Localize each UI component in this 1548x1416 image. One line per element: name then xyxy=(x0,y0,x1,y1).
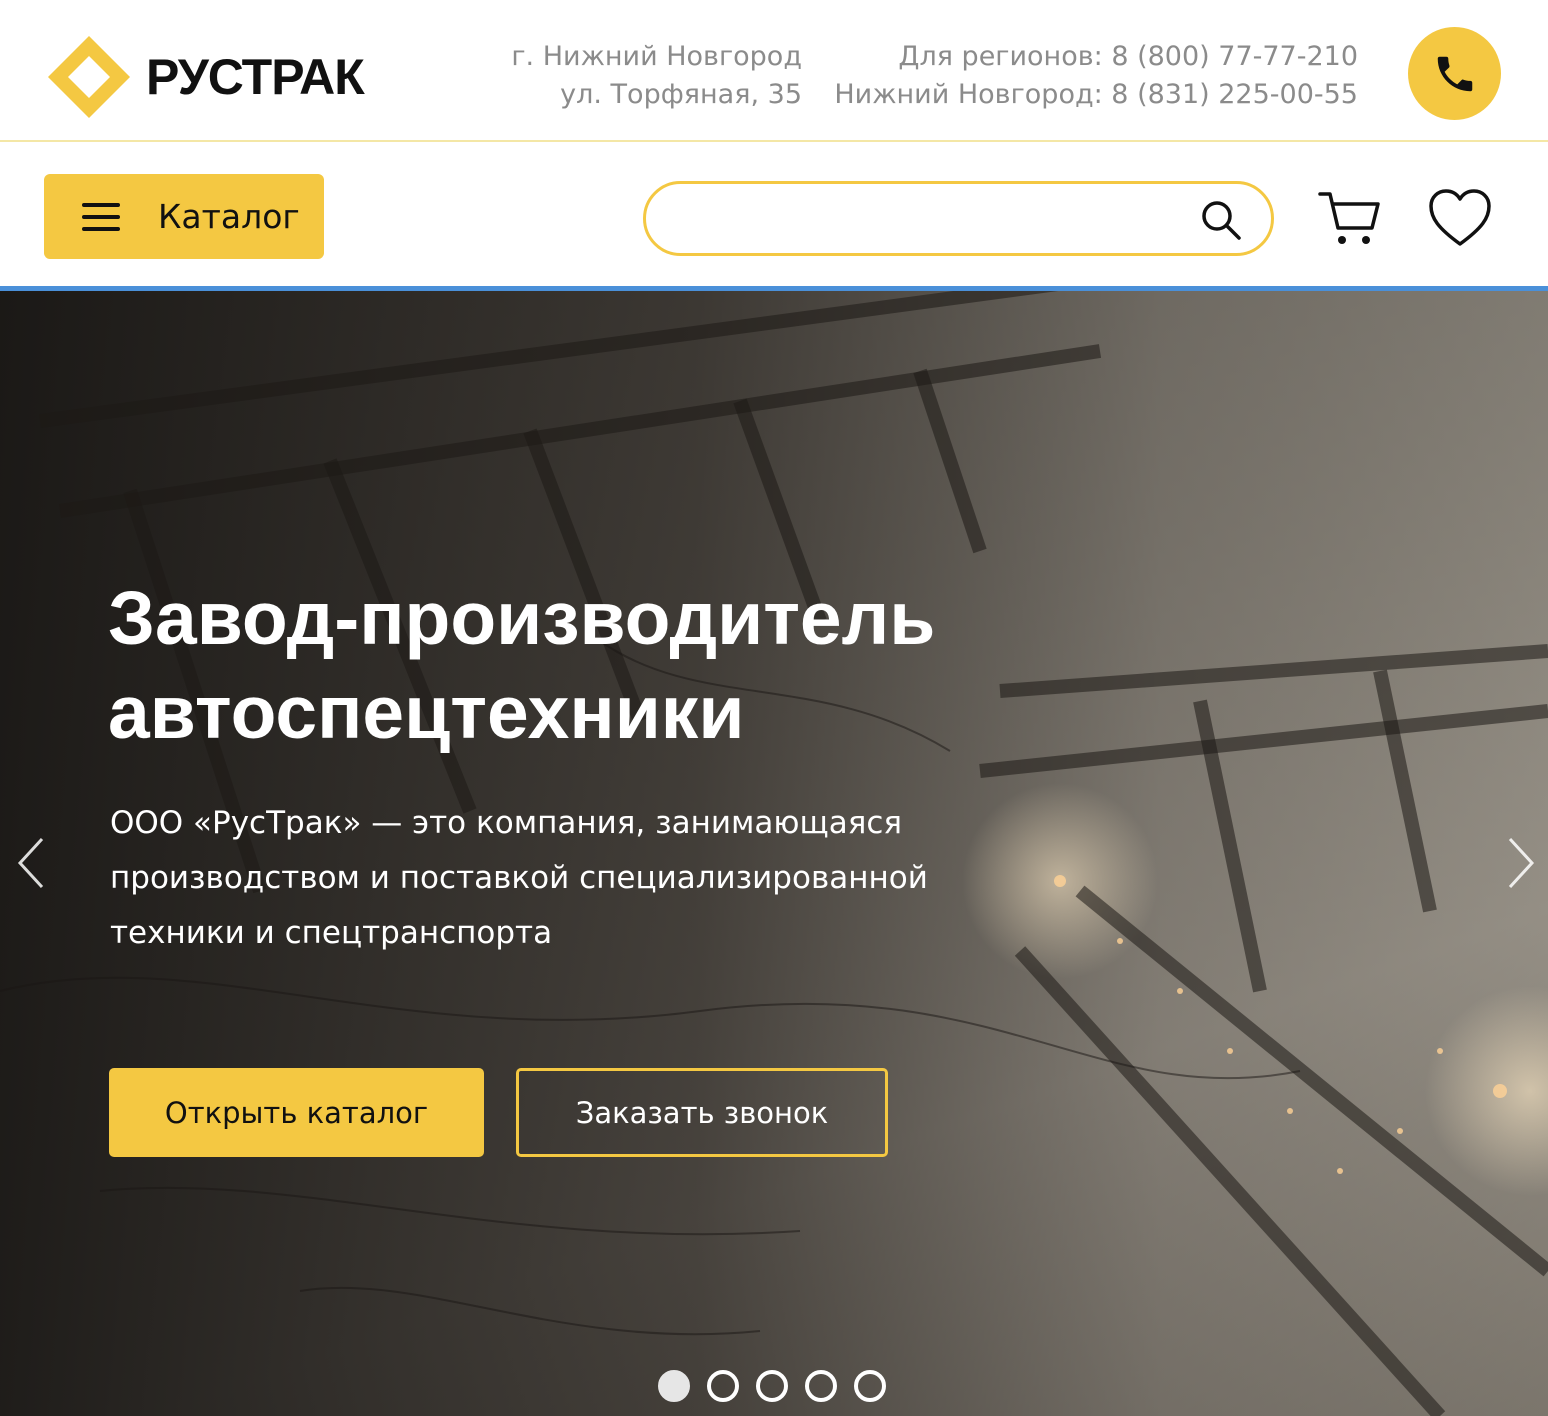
next-slide-icon[interactable] xyxy=(1500,833,1540,893)
search-box xyxy=(643,181,1274,256)
hero-desc-line: производством и поставкой специализирова… xyxy=(110,860,928,896)
logo-diamond-icon xyxy=(44,32,134,122)
slider-pagination xyxy=(658,1370,886,1402)
call-button[interactable] xyxy=(1408,27,1501,120)
phone-city[interactable]: Нижний Новгород: 8 (831) 225-00-55 xyxy=(834,76,1358,114)
search-input[interactable] xyxy=(676,194,1196,244)
hero-description: ООО «РусТрак» — это компания, занимающая… xyxy=(110,796,1010,961)
cart-icon[interactable] xyxy=(1318,190,1380,248)
heart-icon[interactable] xyxy=(1428,188,1492,248)
phone-regions[interactable]: Для регионов: 8 (800) 77-77-210 xyxy=(834,38,1358,76)
phones: Для регионов: 8 (800) 77-77-210 Нижний Н… xyxy=(834,38,1358,114)
slider-dot[interactable] xyxy=(854,1370,886,1402)
top-header: РУСТРАК г. Нижний Новгород ул. Торфяная,… xyxy=(0,0,1548,142)
address: г. Нижний Новгород ул. Торфяная, 35 xyxy=(511,38,802,114)
prev-slide-icon[interactable] xyxy=(12,833,52,893)
request-call-button[interactable]: Заказать звонок xyxy=(516,1068,888,1157)
hero-title-line: Завод-производитель xyxy=(108,576,936,660)
address-street: ул. Торфяная, 35 xyxy=(560,79,802,110)
catalog-button[interactable]: Каталог xyxy=(44,174,324,259)
catalog-label: Каталог xyxy=(158,197,300,236)
logo[interactable]: РУСТРАК xyxy=(44,32,365,122)
slider-dot[interactable] xyxy=(756,1370,788,1402)
hero-title-line: автоспецтехники xyxy=(108,670,745,754)
menu-icon xyxy=(82,202,120,231)
brand-name: РУСТРАК xyxy=(146,49,365,105)
open-catalog-button[interactable]: Открыть каталог xyxy=(109,1068,484,1157)
slider-dot[interactable] xyxy=(805,1370,837,1402)
hero-desc-line: ООО «РусТрак» — это компания, занимающая… xyxy=(110,805,903,841)
phone-icon xyxy=(1437,56,1472,91)
address-city: г. Нижний Новгород xyxy=(511,41,802,72)
hero-slider: Завод-производитель автоспецтехники ООО … xyxy=(0,291,1548,1416)
slider-dot[interactable] xyxy=(658,1370,690,1402)
slider-dot[interactable] xyxy=(707,1370,739,1402)
hero-desc-line: техники и спецтранспорта xyxy=(110,915,553,951)
search-icon[interactable] xyxy=(1199,198,1243,242)
hero-title: Завод-производитель автоспецтехники xyxy=(108,571,1088,759)
